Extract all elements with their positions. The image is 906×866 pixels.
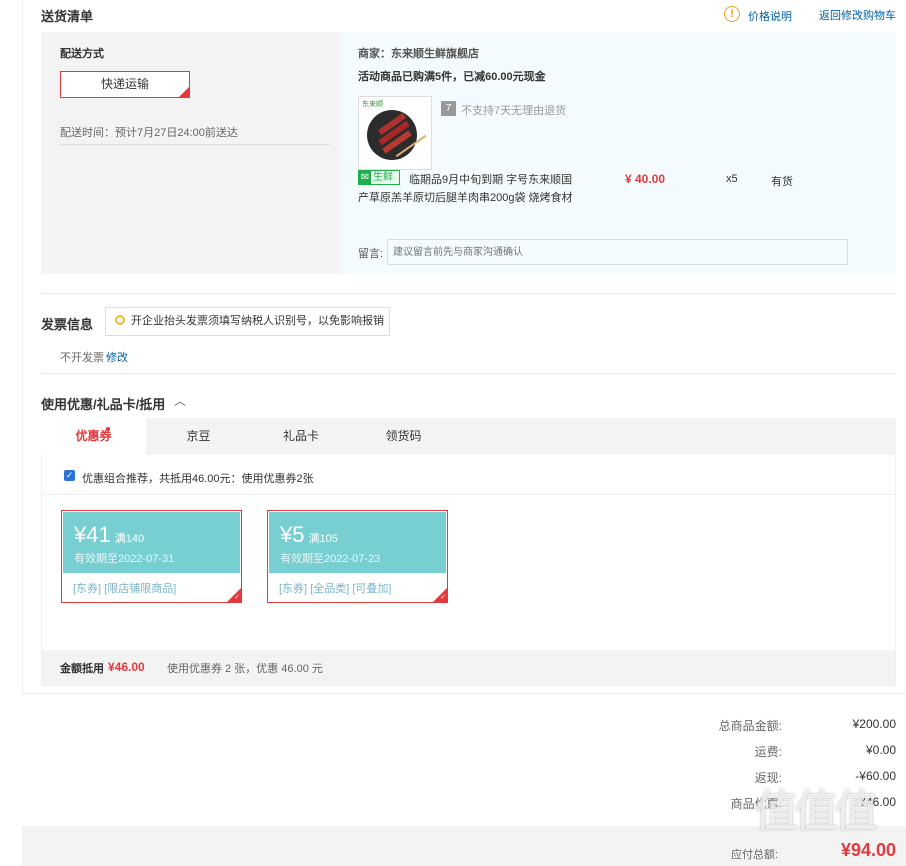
summary-row: 总商品金额: ¥200.00: [600, 717, 896, 735]
notification-dot: [106, 427, 110, 431]
lightbulb-icon: [115, 315, 125, 325]
fresh-icon: ✉: [359, 171, 371, 184]
message-input[interactable]: [387, 239, 848, 265]
coupon-tabs: 优惠券 京豆 礼品卡 领货码: [41, 418, 896, 455]
stock-status: 有货: [771, 176, 793, 188]
recommend-checkbox[interactable]: ✓: [64, 470, 75, 481]
divider: [22, 693, 906, 694]
divider: [41, 293, 896, 294]
coupon-expiry: 有效期至2022-07-31: [74, 553, 175, 565]
coupon-tags: [东券] [限店铺限商品]: [73, 583, 177, 595]
payable-label: 应付总额:: [731, 849, 779, 861]
express-delivery-label: 快递运输: [100, 77, 149, 91]
express-delivery-button[interactable]: 快递运输: [60, 71, 190, 98]
divider: [60, 144, 330, 145]
invoice-title: 发票信息: [41, 317, 94, 332]
coupon-card-top: ¥41 满140 有效期至2022-07-31: [63, 512, 240, 573]
return-policy-icon: 7: [441, 101, 456, 116]
tab-coupons-label: 优惠券: [75, 429, 112, 443]
message-label: 留言:: [358, 248, 384, 260]
coupon-amount: ¥5 满105: [280, 522, 338, 547]
coupons-title[interactable]: 使用优惠/礼品卡/抵用: [41, 394, 165, 413]
product-image[interactable]: 东来顺: [358, 96, 432, 170]
chevron-up-icon[interactable]: ︿: [174, 392, 186, 409]
shop-name[interactable]: 商家：东来顺生鲜旗舰店: [358, 45, 479, 61]
divider: [42, 494, 895, 495]
summary-value: ¥0.00: [865, 743, 896, 757]
invoice-tip: 开企业抬头发票须填写纳税人识别号，以免影响报销: [105, 307, 390, 336]
product-price: ¥ 40.00: [625, 172, 666, 186]
product-quantity: x5: [726, 173, 738, 185]
coupon-footer-detail: 使用优惠券 2 张，优惠 46.00 元: [167, 663, 323, 675]
left-border: [22, 0, 23, 694]
summary-value: ¥200.00: [852, 717, 896, 731]
coupon-card-top: ¥5 满105 有效期至2022-07-23: [269, 512, 446, 573]
tab-coupons[interactable]: 优惠券: [41, 418, 146, 455]
invoice-tip-text: 开企业抬头发票须填写纳税人识别号，以免影响报销: [131, 315, 384, 327]
coupon-expiry: 有效期至2022-07-23: [280, 553, 381, 565]
payable-amount: ¥94.00: [840, 840, 896, 860]
coupon-card[interactable]: ¥41 满140 有效期至2022-07-31 [东券] [限店铺限商品] ✓: [61, 510, 242, 603]
coupon-tags: [东券] [全品类] [可叠加]: [279, 583, 392, 595]
invoice-status: 不开发票: [60, 352, 104, 364]
summary-label: 运费:: [754, 745, 782, 759]
brand-logo: 东来顺: [362, 101, 383, 108]
delivery-time: 配送时间：预计7月27日24:00前送达: [60, 127, 238, 139]
coupon-condition: 满105: [308, 533, 338, 545]
selected-corner-icon: [178, 86, 190, 98]
delivery-method-label: 配送方式: [60, 48, 104, 60]
info-icon: !: [724, 6, 740, 22]
coupon-amount: ¥41 满140: [74, 522, 145, 547]
back-to-cart-link[interactable]: 返回修改购物车: [819, 7, 896, 23]
shipping-title: 送货清单: [41, 9, 94, 24]
coupon-condition: 满140: [114, 533, 145, 545]
fresh-badge: ✉ 生鲜: [358, 170, 400, 185]
product-name-line1[interactable]: 临期品9月中旬到期 字号东来顺国: [409, 171, 572, 187]
fresh-tag-label: 生鲜: [373, 172, 393, 183]
tab-jingdou[interactable]: 京豆: [146, 418, 251, 455]
summary-label: 总商品金额:: [718, 719, 782, 733]
invoice-edit-link[interactable]: 修改: [106, 349, 128, 365]
watermark-logo: 值值值: [755, 788, 877, 835]
summary-row: 运费: ¥0.00: [600, 743, 896, 761]
return-policy-text: 不支持7天无理由退货: [461, 105, 567, 117]
divider: [41, 373, 896, 374]
recommend-text: 优惠组合推荐，共抵用46.00元：使用优惠券2张: [82, 473, 314, 485]
coupon-card[interactable]: ¥5 满105 有效期至2022-07-23 [东券] [全品类] [可叠加] ✓: [267, 510, 448, 603]
coupon-footer-label: 金额抵用: [60, 663, 104, 675]
coupon-footer-amount: ¥46.00: [108, 660, 145, 674]
price-info-link[interactable]: 价格说明: [748, 8, 792, 24]
promo-text: 活动商品已购满5件，已减60.00元现金: [358, 71, 546, 83]
tab-redeem-code[interactable]: 领货码: [351, 418, 456, 455]
tab-gift-card[interactable]: 礼品卡: [251, 418, 351, 455]
product-name-line2[interactable]: 产草原羔羊原切后腿羊肉串200g袋 烧烤食材: [358, 189, 573, 205]
